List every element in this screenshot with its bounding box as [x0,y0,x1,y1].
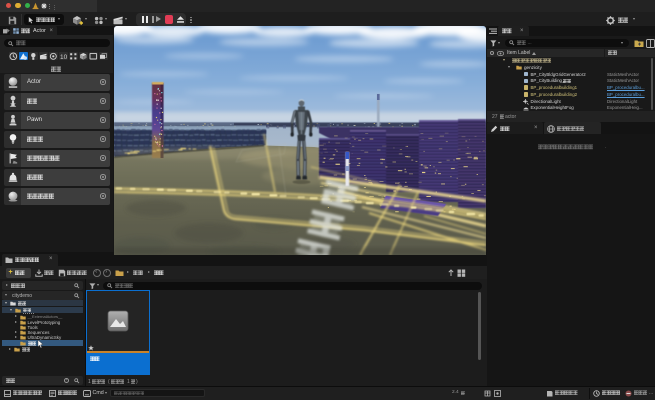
svg-text:10: 10 [60,53,68,60]
